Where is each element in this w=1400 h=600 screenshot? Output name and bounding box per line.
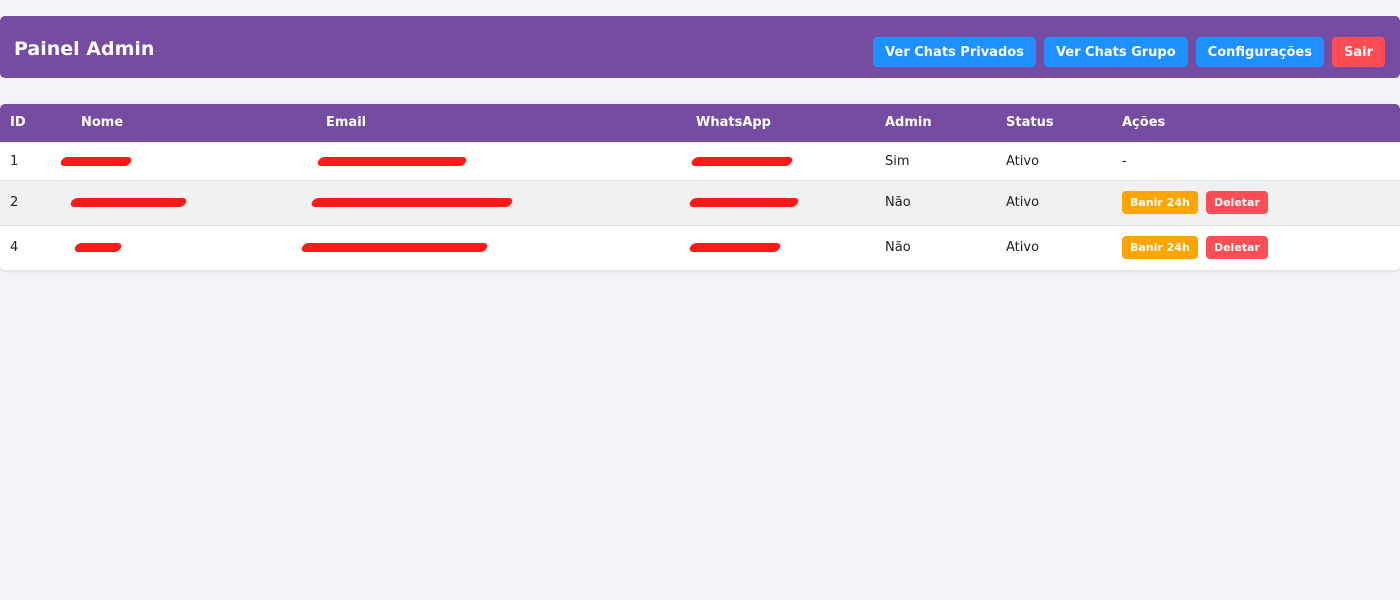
view-private-chats-button[interactable]: Ver Chats Privados xyxy=(873,37,1036,67)
table-row: 4 Não Ativo Banir 24h Deletar xyxy=(0,224,1400,270)
admin-header: Painel Admin Ver Chats Privados Ver Chat… xyxy=(0,16,1400,78)
redaction-mark xyxy=(690,156,794,166)
cell-actions: - xyxy=(1112,141,1400,180)
redaction-mark xyxy=(688,243,782,253)
table-row: 2 Não Ativo Banir 24h Deletar xyxy=(0,179,1400,225)
cell-status: Ativo xyxy=(996,179,1112,225)
table-header-row: ID Nome Email WhatsApp Admin Status Açõe… xyxy=(0,104,1400,142)
redaction-mark xyxy=(316,156,468,166)
column-header-status: Status xyxy=(1006,115,1054,131)
column-header-admin: Admin xyxy=(885,115,932,131)
settings-button[interactable]: Configurações xyxy=(1195,37,1324,67)
column-header-email: Email xyxy=(326,115,367,131)
logout-button[interactable]: Sair xyxy=(1331,37,1385,67)
column-header-whatsapp: WhatsApp xyxy=(696,115,771,131)
cell-id: 2 xyxy=(0,179,71,225)
ban-24h-button[interactable]: Banir 24h xyxy=(1122,191,1198,214)
column-header-name: Nome xyxy=(81,115,124,131)
cell-email-redacted xyxy=(310,179,686,225)
cell-actions: Banir 24h Deletar xyxy=(1112,179,1400,225)
users-table: ID Nome Email WhatsApp Admin Status Açõe… xyxy=(0,104,1400,270)
delete-user-button[interactable]: Deletar xyxy=(1205,236,1268,260)
cell-whatsapp-redacted xyxy=(686,224,875,270)
page-title: Painel Admin xyxy=(14,38,155,60)
ban-24h-button[interactable]: Banir 24h xyxy=(1122,236,1198,260)
cell-status: Ativo xyxy=(996,141,1112,180)
cell-whatsapp-redacted xyxy=(686,141,875,180)
cell-status: Ativo xyxy=(996,224,1112,270)
cell-name-redacted xyxy=(69,179,316,225)
redaction-mark xyxy=(59,156,133,166)
cell-whatsapp-redacted xyxy=(686,179,875,225)
delete-user-button[interactable]: Deletar xyxy=(1205,191,1268,214)
redaction-mark xyxy=(300,243,489,253)
redaction-mark xyxy=(73,243,123,253)
cell-id: 4 xyxy=(0,224,71,270)
cell-admin: Sim xyxy=(875,141,996,180)
column-header-actions: Ações xyxy=(1122,115,1166,131)
column-header-id: ID xyxy=(10,115,26,131)
users-table-card: ID Nome Email WhatsApp Admin Status Açõe… xyxy=(0,104,1400,270)
cell-name-redacted xyxy=(59,141,316,180)
header-actions: Ver Chats Privados Ver Chats Grupo Confi… xyxy=(873,37,1385,67)
redaction-mark xyxy=(69,198,188,207)
cell-admin: Não xyxy=(875,179,996,225)
redaction-mark xyxy=(688,198,800,207)
cell-email-redacted xyxy=(316,141,686,180)
view-group-chats-button[interactable]: Ver Chats Grupo xyxy=(1043,37,1188,67)
cell-admin: Não xyxy=(875,224,996,270)
cell-actions: Banir 24h Deletar xyxy=(1112,224,1400,270)
redaction-mark xyxy=(310,198,514,207)
cell-name-redacted xyxy=(71,224,316,270)
cell-email-redacted xyxy=(300,224,686,270)
table-row: 1 Sim Ativo - xyxy=(0,141,1400,180)
